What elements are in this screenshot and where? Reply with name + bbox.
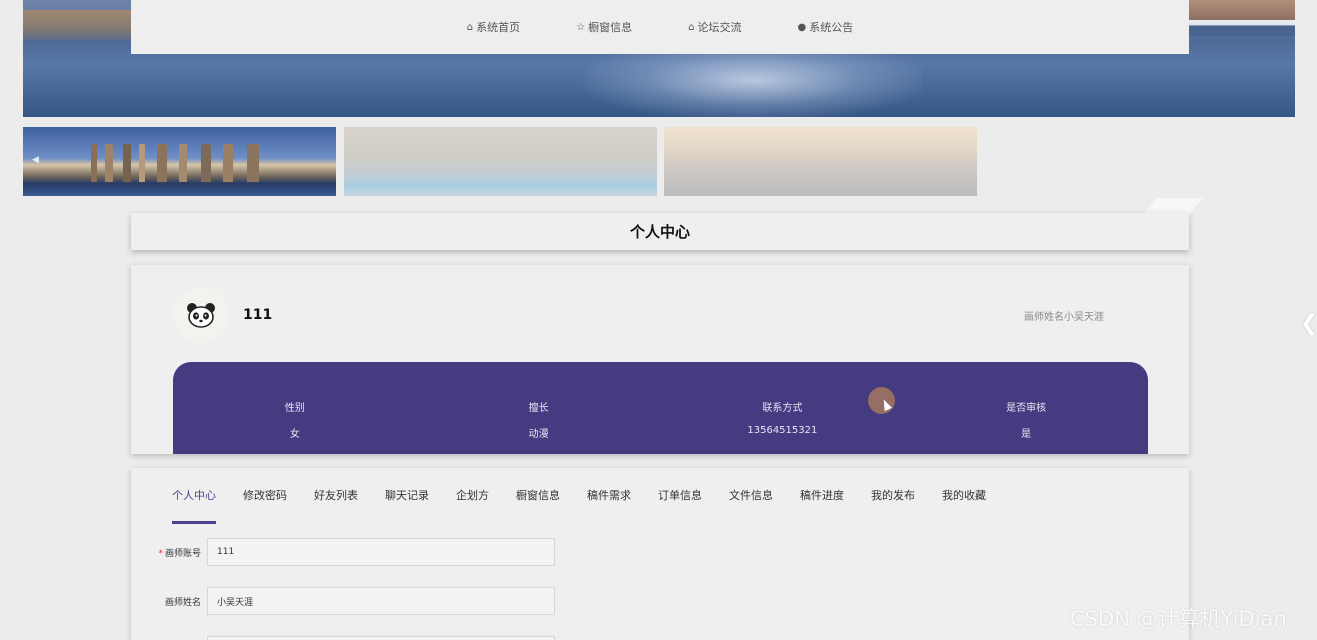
background-decoration xyxy=(1143,198,1203,214)
panda-icon xyxy=(187,303,215,328)
page-title: 个人中心 xyxy=(131,213,1189,250)
name-label: 画师姓名 xyxy=(164,597,201,608)
tab-files[interactable]: 文件信息 xyxy=(729,468,773,524)
info-value: 动漫 xyxy=(528,429,549,440)
tab-orders[interactable]: 订单信息 xyxy=(658,468,702,524)
chevron-left-icon[interactable]: ❮ xyxy=(1300,311,1317,336)
tab-friends[interactable]: 好友列表 xyxy=(314,468,358,524)
account-label-text: 画师账号 xyxy=(164,548,201,559)
tab-chat-history[interactable]: 聊天记录 xyxy=(385,468,429,524)
info-gender: 性别 女 xyxy=(173,362,417,454)
tab-my-posts[interactable]: 我的发布 xyxy=(871,468,915,524)
profile-info-panel: 性别 女 擅长 动漫 联系方式 13564515321 是否审核 是 xyxy=(173,362,1148,454)
info-label: 联系方式 xyxy=(762,403,803,414)
nav-item-forum[interactable]: ⌂ 论坛交流 xyxy=(688,19,741,35)
carousel-thumb-1[interactable]: ◀ xyxy=(23,127,336,196)
tab-favorites[interactable]: 我的收藏 xyxy=(942,468,986,524)
tab-progress[interactable]: 稿件进度 xyxy=(800,468,844,524)
info-value: 女 xyxy=(289,429,300,440)
profile-name-text: 画师姓名小吴天涯 xyxy=(1024,312,1104,323)
tab-requests[interactable]: 稿件需求 xyxy=(587,468,631,524)
info-value: 13564515321 xyxy=(747,425,818,436)
carousel-thumb-3[interactable] xyxy=(664,127,977,196)
watermark: CSDN @计算机YiDian xyxy=(1070,607,1287,631)
nav-item-label: 橱窗信息 xyxy=(588,21,633,34)
tab-bar: 个人中心 修改密码 好友列表 聊天记录 企划方 橱窗信息 稿件需求 订单信息 文… xyxy=(172,468,1013,524)
info-label: 性别 xyxy=(284,403,305,414)
next-input[interactable] xyxy=(207,636,555,640)
nav-item-label: 系统公告 xyxy=(809,21,854,34)
nav-item-label: 论坛交流 xyxy=(697,21,742,34)
banner-city-left xyxy=(23,10,131,40)
tab-change-password[interactable]: 修改密码 xyxy=(243,468,287,524)
avatar xyxy=(173,287,229,343)
info-icon: ● xyxy=(797,21,807,33)
required-mark: * xyxy=(158,548,163,559)
tabs-card: 个人中心 修改密码 好友列表 聊天记录 企划方 橱窗信息 稿件需求 订单信息 文… xyxy=(131,468,1189,640)
profile-card: 111 画师姓名小吴天涯 性别 女 擅长 动漫 联系方式 13564515321… xyxy=(131,265,1189,454)
username: 111 xyxy=(243,307,273,323)
info-specialty: 擅长 动漫 xyxy=(417,362,661,454)
home-icon: ⌂ xyxy=(466,21,474,33)
info-label: 是否审核 xyxy=(1006,403,1047,414)
nav-item-home[interactable]: ⌂ 系统首页 xyxy=(467,19,520,35)
nav-item-notice[interactable]: ● 系统公告 xyxy=(797,19,853,35)
tab-profile[interactable]: 个人中心 xyxy=(172,468,216,524)
carousel-prev-icon[interactable]: ◀ xyxy=(32,155,39,165)
info-value: 是 xyxy=(1021,429,1032,440)
name-input[interactable] xyxy=(207,587,555,615)
account-label: * 画师账号 xyxy=(131,546,207,559)
nav-item-label: 系统首页 xyxy=(476,21,521,34)
nav-item-showcase[interactable]: ☆ 橱窗信息 xyxy=(576,19,632,35)
tab-showcase[interactable]: 橱窗信息 xyxy=(516,468,560,524)
info-contact: 联系方式 13564515321 xyxy=(661,362,905,454)
info-label: 擅长 xyxy=(528,403,549,414)
form-row-name: 画师姓名 xyxy=(131,587,555,615)
top-nav: ⌂ 系统首页 ☆ 橱窗信息 ⌂ 论坛交流 ● 系统公告 xyxy=(131,0,1189,54)
bag-icon: ⌂ xyxy=(688,21,695,33)
tab-planner[interactable]: 企划方 xyxy=(456,468,489,524)
skyline-image xyxy=(83,144,273,182)
form-row-account: * 画师账号 xyxy=(131,538,555,566)
form-row-next xyxy=(131,636,555,640)
banner-city-right xyxy=(1189,0,1295,36)
info-reviewed: 是否审核 是 xyxy=(904,362,1148,454)
carousel-thumb-2[interactable] xyxy=(344,127,657,196)
star-icon: ☆ xyxy=(576,21,586,33)
account-input[interactable] xyxy=(207,538,555,566)
